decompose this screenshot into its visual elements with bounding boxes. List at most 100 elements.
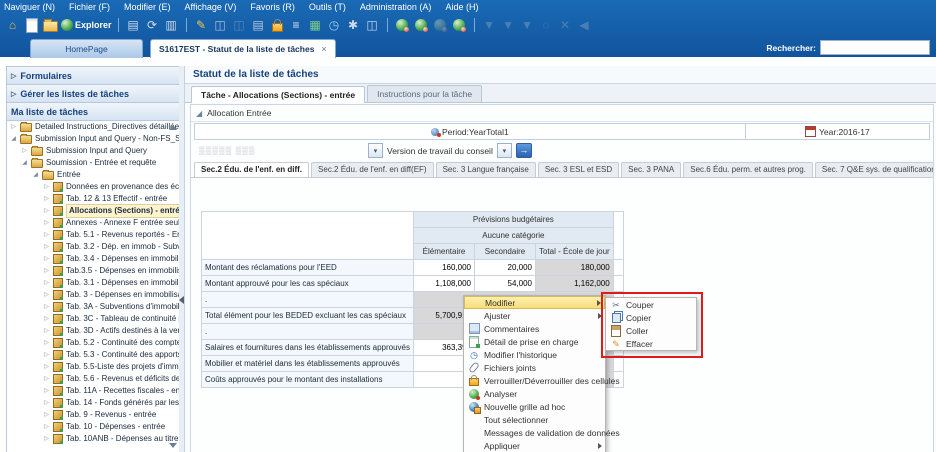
find-icon[interactable]: ✱ [345, 17, 362, 34]
analyze-sphere-icon[interactable] [394, 17, 411, 34]
menu-outils-t[interactable]: Outils (T) [309, 2, 346, 12]
columns-icon[interactable]: ◫ [364, 17, 381, 34]
tree-scroll-down-icon[interactable] [169, 443, 177, 448]
tree-collapsed-icon[interactable]: ▷ [43, 385, 50, 397]
grid-tab-sec-2-edu-de-l-enf-en-diff[interactable]: Sec.2 Édu. de l'enf. en diff. [194, 162, 309, 177]
menu-item-nouvelle-grille-ad-hoc[interactable]: Nouvelle grille ad hoc [464, 400, 605, 413]
task-list-icon[interactable]: ≡ [288, 17, 305, 34]
menu-affichage-v[interactable]: Affichage (V) [185, 2, 237, 12]
tree-item-tab-3a-subventions-d-immobilisa[interactable]: ▷Tab. 3A - Subventions d'immobilisa [7, 301, 179, 313]
sphere-go-icon[interactable] [451, 17, 468, 34]
tree-item-submission-input-and-query[interactable]: ▷Submission Input and Query [7, 145, 179, 157]
tree-collapsed-icon[interactable]: ▷ [43, 421, 50, 433]
sidebar-section-formulaires[interactable]: ▷Formulaires [7, 67, 179, 85]
menu-item-modifier[interactable]: Modifier [464, 296, 605, 309]
tree-collapsed-icon[interactable]: ▷ [43, 253, 50, 265]
menu-item-detail-de-prise-en-charge[interactable]: Détail de prise en charge [464, 335, 605, 348]
tree-item-annexes-annexe-f-entree-seulem[interactable]: ▷Annexes - Annexe F entrée seulem [7, 217, 179, 229]
grid-tab-sec-3-esl-et-esd[interactable]: Sec. 3 ESL et ESD [538, 162, 619, 177]
menu-item-couper[interactable]: ✂Couper [606, 298, 696, 311]
tree-expanded-icon[interactable]: ◢ [21, 157, 28, 169]
menu-item-verrouiller-deverrouiller-des-cellul[interactable]: Verrouiller/Déverrouiller des cellules [464, 374, 605, 387]
tree-item-tab-14-fonds-generes-par-les-ec[interactable]: ▷Tab. 14 - Fonds générés par les éc [7, 397, 179, 409]
menu-modifier-e[interactable]: Modifier (E) [124, 2, 171, 12]
grid-tab-sec-2-edu-de-l-enf-en-diff-ef[interactable]: Sec.2 Édu. de l'enf. en diff(EF) [311, 162, 434, 177]
tree-item-tab-3-depenses-en-immobilisatio[interactable]: ▷Tab. 3 - Dépenses en immobilisatio [7, 289, 179, 301]
tree-collapsed-icon[interactable]: ▷ [43, 205, 50, 217]
edit-pencil-icon[interactable]: ✎ [193, 17, 210, 34]
tree-item-tab-11a-recettes-fiscales-entre[interactable]: ▷Tab. 11A - Recettes fiscales - entré [7, 385, 179, 397]
tab-task-allocations[interactable]: Tâche - Allocations (Sections) - entrée [191, 86, 365, 103]
print-icon[interactable]: ▥ [163, 17, 180, 34]
tree-collapsed-icon[interactable]: ▷ [10, 121, 17, 133]
menu-item-analyser[interactable]: Analyser [464, 387, 605, 400]
tree-item-tab-3-1-depenses-en-immobilisat[interactable]: ▷Tab. 3.1 - Dépenses en immobilisat [7, 277, 179, 289]
version-dropdown-icon[interactable]: ▾ [497, 143, 512, 158]
tree-item-tab-3c-tableau-de-continuite-po[interactable]: ▷Tab. 3C - Tableau de continuité po [7, 313, 179, 325]
tree-item-tab-10anb-depenses-au-titre-de[interactable]: ▷Tab. 10ANB - Dépenses au titre de [7, 433, 179, 445]
sidebar-section-ma-liste[interactable]: Ma liste de tâches [7, 103, 179, 121]
tree-collapsed-icon[interactable]: ▷ [43, 361, 50, 373]
tree-item-tab-5-1-revenus-reportes-entre[interactable]: ▷Tab. 5.1 - Revenus reportés - Entré [7, 229, 179, 241]
menu-administration-a[interactable]: Administration (A) [360, 2, 432, 12]
close-icon[interactable]: × [321, 44, 326, 54]
tree-item-tab-5-5-liste-des-projets-d-immob[interactable]: ▷Tab. 5.5-Liste des projets d'immob [7, 361, 179, 373]
tree-collapsed-icon[interactable]: ▷ [21, 145, 28, 157]
menu-item-messages-de-validation-de-donnees[interactable]: Messages de validation de données [464, 426, 605, 439]
menu-item-effacer[interactable]: ✎Effacer [606, 337, 696, 350]
menu-aide-h[interactable]: Aide (H) [445, 2, 478, 12]
tree-collapsed-icon[interactable]: ▷ [43, 241, 50, 253]
tree-item-soumission-entree-et-requete[interactable]: ◢Soumission - Entrée et requête [7, 157, 179, 169]
grid-data-cell[interactable]: 20,000 [475, 260, 536, 276]
tab-tasklist-status[interactable]: S1617EST - Statut de la liste de tâches … [150, 39, 336, 58]
adhoc-sphere-icon[interactable] [413, 17, 430, 34]
form-section-header[interactable]: ◢ Allocation Entrée [191, 105, 933, 122]
page-member-dropdown-icon[interactable]: ▾ [368, 143, 383, 158]
menu-item-appliquer[interactable]: Appliquer [464, 439, 605, 452]
home-icon[interactable]: ⌂ [4, 17, 21, 34]
tree-item-tab-3-4-depenses-en-immobilisat[interactable]: ▷Tab. 3.4 - Dépenses en immobilisat [7, 253, 179, 265]
pov-year[interactable]: Year:2016-17 [746, 124, 929, 139]
collapse-sidebar-icon[interactable] [179, 296, 184, 304]
tree-item-tab-3d-actifs-destines-a-la-vente[interactable]: ▷Tab. 3D - Actifs destinés à la vente [7, 325, 179, 337]
lock-icon[interactable] [269, 17, 286, 34]
tree-item-tab-5-3-continuite-des-apports-e[interactable]: ▷Tab. 5.3 - Continuité des apports e [7, 349, 179, 361]
tree-collapsed-icon[interactable]: ▷ [43, 289, 50, 301]
tree-collapsed-icon[interactable]: ▷ [43, 325, 50, 337]
tab-task-instructions[interactable]: Instructions pour la tâche [367, 85, 482, 102]
menu-item-commentaires[interactable]: Commentaires [464, 322, 605, 335]
menu-item-copier[interactable]: Copier [606, 311, 696, 324]
validate-grid-icon[interactable]: ▦ [307, 17, 324, 34]
menu-item-tout-selectionner[interactable]: Tout sélectionner [464, 413, 605, 426]
tree-expanded-icon[interactable]: ◢ [32, 169, 39, 181]
tab-homepage[interactable]: HomePage [30, 39, 143, 58]
tree-collapsed-icon[interactable]: ▷ [43, 265, 50, 277]
menu-item-coller[interactable]: Coller [606, 324, 696, 337]
sidebar-section-gerer-listes[interactable]: ▷Gérer les listes de tâches [7, 85, 179, 103]
tree-item-donnees-en-provenance-des-ecoles[interactable]: ▷Données en provenance des écoles [7, 181, 179, 193]
tree-item-tab-3-5-depenses-en-immobilisati[interactable]: ▷Tab.3.5 - Dépenses en immobilisati [7, 265, 179, 277]
pov-period[interactable]: Period:YearTotal1 [195, 124, 746, 139]
tree-item-detailed-instructions-directives-detaill[interactable]: ▷Detailed Instructions_Directives détail… [7, 121, 179, 133]
tree-collapsed-icon[interactable]: ▷ [43, 217, 50, 229]
report-icon[interactable]: ▤ [250, 17, 267, 34]
tree-collapsed-icon[interactable]: ▷ [43, 349, 50, 361]
tree-item-tab-5-2-continuite-des-comptes-d[interactable]: ▷Tab. 5.2 - Continuité des comptes d [7, 337, 179, 349]
save-icon[interactable]: ▤ [125, 17, 142, 34]
grid-data-cell[interactable]: 54,000 [475, 276, 536, 292]
tree-item-tab-10-depenses-entree[interactable]: ▷Tab. 10 - Dépenses - entrée [7, 421, 179, 433]
tree-collapsed-icon[interactable]: ▷ [43, 409, 50, 421]
tree-collapsed-icon[interactable]: ▷ [43, 193, 50, 205]
menu-item-ajuster[interactable]: Ajuster [464, 309, 605, 322]
grid-tab-sec-6-edu-perm-et-autres-prog[interactable]: Sec.6 Édu. perm. et autres prog. [683, 162, 813, 177]
grid-data-cell[interactable]: 1,108,000 [414, 276, 475, 292]
history-clock-icon[interactable]: ◷ [326, 17, 343, 34]
search-input[interactable] [820, 40, 930, 55]
menu-item-modifier-l-historique[interactable]: ◷Modifier l'historique [464, 348, 605, 361]
tree-collapsed-icon[interactable]: ▷ [43, 337, 50, 349]
new-document-icon[interactable] [23, 17, 40, 34]
explorer-button[interactable]: Explorer [61, 17, 112, 34]
menu-favoris-r[interactable]: Favoris (R) [250, 2, 295, 12]
open-folder-icon[interactable] [42, 17, 59, 34]
tree-collapsed-icon[interactable]: ▷ [43, 313, 50, 325]
